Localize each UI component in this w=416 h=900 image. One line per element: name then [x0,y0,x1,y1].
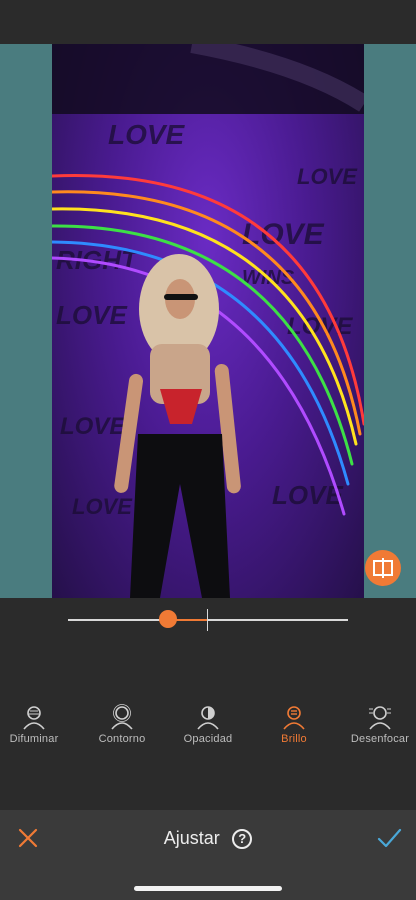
check-icon[interactable] [376,826,402,850]
brightness-person-icon [283,706,305,730]
person-figure [114,254,241,598]
slider-center-mark [207,609,208,631]
tool-label: Difuminar [9,733,59,745]
photo-illustration: LOVE LOVE RIGHT LOVE LOVE WINS LOVE LOVE… [52,44,364,598]
tool-label: Desenfocar [350,733,410,745]
wall-word: LOVE [108,119,186,150]
slider-handle[interactable] [159,610,177,628]
canvas-area: LOVE LOVE RIGHT LOVE LOVE WINS LOVE LOVE… [0,44,416,598]
outline-person-icon [111,704,133,730]
bottom-title-area: Ajustar ? [0,828,416,849]
tool-opacidad[interactable]: Opacidad [166,700,250,745]
tool-label: Opacidad [183,733,233,745]
tool-contorno[interactable]: Contorno [80,700,164,745]
wall-word: LOVE [72,494,133,519]
wall-word: LOVE [272,480,343,510]
tool-difuminar[interactable]: Difuminar [0,700,76,745]
home-indicator [134,886,282,891]
tool-bar: Difuminar Contorno Opacidad Brillo Desen… [0,700,416,760]
tool-brillo[interactable]: Brillo [252,700,336,745]
tool-desenfocar[interactable]: Desenfocar [338,700,416,745]
slider-track[interactable] [68,619,348,621]
compare-button[interactable] [365,550,401,586]
adjust-slider[interactable] [0,598,416,688]
tool-label: Brillo [281,733,307,745]
compare-icon [373,558,393,578]
page-title: Ajustar [163,828,220,848]
status-bar [0,0,416,44]
opacity-person-icon [197,706,219,730]
photo-canvas[interactable]: LOVE LOVE RIGHT LOVE LOVE WINS LOVE LOVE… [52,44,364,598]
wall-word: LOVE [56,300,127,330]
bottom-bar: Ajustar ? [0,810,416,900]
help-icon[interactable]: ? [232,828,253,849]
wall-word: LOVE [60,413,126,440]
wall-word: LOVE [297,164,358,189]
tool-label: Contorno [98,733,146,745]
blur-person-icon [23,706,45,730]
defocus-person-icon [369,706,391,730]
